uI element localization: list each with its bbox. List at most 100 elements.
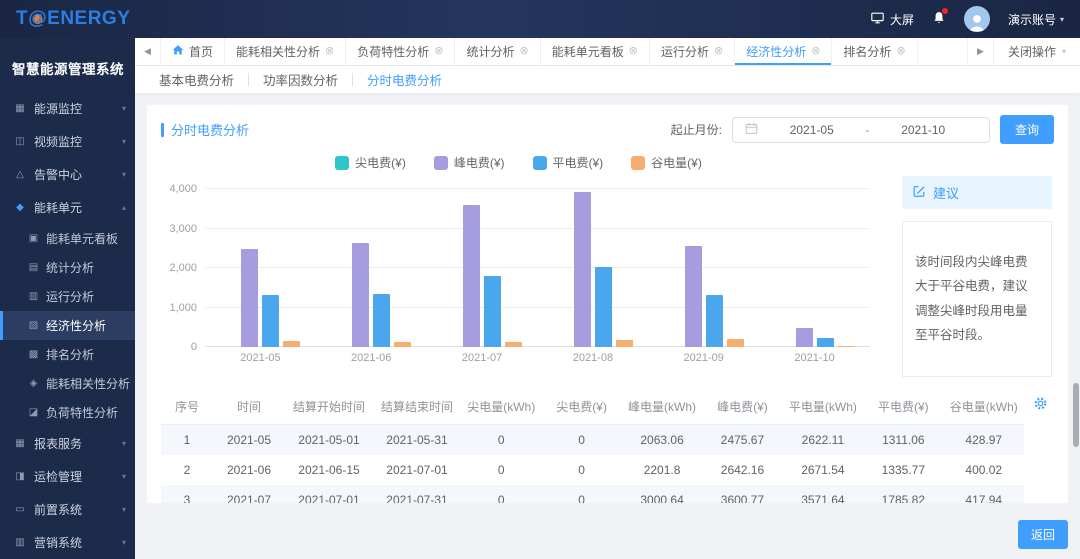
tab-统计分析[interactable]: 统计分析 ⊗ [455, 38, 541, 65]
arrow-left-icon: ◀ [144, 46, 151, 56]
subtab-功率因数分析[interactable]: 功率因数分析 [249, 70, 352, 89]
chart-section: 尖电费(¥) 峰电费(¥) 平电费(¥) 谷电量(¥) 0 1,000 2,000 3,00… [147, 146, 1068, 377]
sidebar-item-label: 能耗单元 [34, 201, 83, 215]
table-header-row: 序号 时间 结算开始时间 结算结束时间 尖电量(kWh) 尖电费(¥) 峰电量(kWh) 峰电… [161, 388, 1024, 425]
table-column-header: 谷电量(kWh) [943, 388, 1024, 425]
sidebar-subitem[interactable]: ◈ 能耗相关性分析 [0, 369, 135, 398]
subtab-基本电费分析[interactable]: 基本电费分析 [145, 70, 248, 89]
table-settings-button[interactable] [1033, 396, 1048, 411]
legend-item[interactable]: 峰电费(¥) [433, 154, 505, 171]
sidebar-item[interactable]: ▭ 前置系统 ▾ [0, 493, 135, 526]
table-cell: 1785.82 [863, 484, 944, 503]
tabs-spacer [918, 38, 967, 65]
analysis-card: 分时电费分析 起止月份: 2021-05 - 2021-10 查询 尖电费(¥)… [147, 105, 1068, 503]
sidebar-subitem[interactable]: ▣ 能耗单元看板 [0, 224, 135, 253]
big-screen-button[interactable]: 大屏 [870, 11, 914, 28]
sidebar-subitem[interactable]: ▤ 统计分析 [0, 253, 135, 282]
tab-label: 运行分析 [660, 45, 709, 59]
table-cell: 2642.16 [720, 462, 765, 477]
sidebar-item[interactable]: ◫ 视频监控 ▾ [0, 125, 135, 158]
tabs-scroll-right-button[interactable]: ▶ [966, 38, 993, 65]
bar-谷电量(¥) [283, 341, 301, 347]
table-row: 3 2021-07 2021-07-01 2021-07-31 0 0 3000.64 360… [161, 484, 1024, 503]
sidebar-item-label: 运检管理 [34, 470, 83, 484]
account-label: 演示账号 [1007, 12, 1056, 27]
y-axis-tick: 2,000 [169, 262, 197, 274]
notifications-button[interactable] [932, 8, 948, 28]
bar-groups [205, 189, 870, 347]
tab-close-icon[interactable]: ⊗ [325, 46, 334, 57]
table-column-header: 尖电费(¥) [541, 388, 622, 425]
tab-close-icon[interactable]: ⊗ [896, 46, 905, 57]
sidebar-item[interactable]: ▦ 能源监控 ▾ [0, 92, 135, 125]
sidebar-item[interactable]: ▥ 营销系统 ▾ [0, 526, 135, 559]
sidebar-item[interactable]: △ 告警中心 ▾ [0, 158, 135, 191]
section-title: 分时电费分析 [161, 120, 249, 139]
tab-能耗相关性分析[interactable]: 能耗相关性分析 ⊗ [225, 38, 347, 65]
page-scrollbar-thumb[interactable] [1073, 383, 1079, 447]
table-cell: 0 [497, 462, 505, 477]
sidebar-item-label: 告警中心 [34, 168, 83, 182]
avatar[interactable] [963, 6, 990, 32]
bar-谷电量(¥) [615, 339, 633, 347]
tab-label: 负荷特性分析 [357, 45, 430, 59]
sidebar-subitem[interactable]: ▥ 运行分析 [0, 282, 135, 311]
tab-close-icon[interactable]: ⊗ [520, 46, 529, 57]
sidebar-subitem[interactable]: ◪ 负荷特性分析 [0, 398, 135, 427]
bar-峰电费(¥) [684, 246, 702, 347]
suggestion-text: 该时间段内尖峰电费大于平谷电费，建议调整尖峰时段用电量至平谷时段。 [902, 221, 1052, 377]
logo-text: T [16, 8, 29, 29]
tab-close-icon[interactable]: ⊗ [811, 46, 820, 57]
tab-能耗单元看板[interactable]: 能耗单元看板 ⊗ [541, 38, 650, 65]
account-dropdown[interactable]: 演示账号 ▾ [1008, 11, 1064, 28]
calendar-icon [745, 122, 758, 138]
run-analysis-icon: ▥ [28, 291, 39, 302]
legend-item[interactable]: 尖电费(¥) [335, 154, 406, 171]
table-cell: 2475.67 [702, 424, 783, 455]
report-service-icon: ▦ [15, 438, 25, 449]
chevron-down-icon: ▾ [121, 104, 126, 113]
bar-group [205, 189, 316, 347]
table-column-header: 时间 [213, 388, 285, 425]
tab-home[interactable]: 首页 [161, 38, 226, 65]
table-head: 序号 时间 结算开始时间 结算结束时间 尖电量(kWh) 尖电费(¥) 峰电量(kWh) 峰电… [161, 388, 1024, 425]
legend-label: 平电费(¥) [552, 156, 604, 170]
subtab-分时电费分析[interactable]: 分时电费分析 [353, 70, 456, 89]
correlation-analysis-icon: ◈ [29, 378, 38, 389]
sidebar-subitem-label: 排名分析 [46, 348, 95, 362]
tab-排名分析[interactable]: 排名分析 ⊗ [832, 38, 918, 65]
tab-close-icon[interactable]: ⊗ [629, 46, 638, 57]
sidebar-item-label: 报表服务 [34, 437, 83, 451]
tab-label: 排名分析 [843, 45, 892, 59]
sidebar-item[interactable]: ◆ 能耗单元 ▴ [0, 191, 135, 224]
table-cell: 1335.77 [881, 462, 926, 477]
bar-平电费(¥) [373, 294, 391, 347]
chevron-down-icon: ▾ [121, 472, 126, 481]
tab-负荷特性分析[interactable]: 负荷特性分析 ⊗ [346, 38, 456, 65]
legend-item[interactable]: 平电费(¥) [532, 154, 604, 171]
sidebar-subitem-label: 能耗相关性分析 [46, 377, 131, 391]
back-button[interactable]: 返回 [1017, 520, 1068, 549]
tab-运行分析[interactable]: 运行分析 ⊗ [650, 38, 736, 65]
table-cell: 2021-07 [213, 484, 285, 503]
tab-close-icon[interactable]: ⊗ [714, 46, 723, 57]
tabs-scroll-left-button[interactable]: ◀ [135, 38, 161, 65]
chevron-down-icon: ▾ [121, 137, 126, 146]
table-cell: 2201.8 [643, 462, 681, 477]
sidebar-subitem[interactable]: ▧ 经济性分析 [0, 311, 135, 340]
table-cell: 2063.06 [621, 424, 703, 455]
tab-经济性分析[interactable]: 经济性分析 ⊗ [735, 38, 833, 65]
sidebar-item[interactable]: ◨ 运检管理 ▾ [0, 460, 135, 493]
date-range-input[interactable]: 2021-05 - 2021-10 [731, 116, 990, 143]
search-button[interactable]: 查询 [999, 115, 1054, 144]
legend-item[interactable]: 谷电量(¥) [631, 154, 702, 171]
tab-label: 能耗相关性分析 [236, 45, 321, 59]
edit-icon [912, 184, 926, 201]
table-cell: 0 [541, 484, 622, 503]
bell-icon [932, 12, 946, 28]
close-operations-dropdown[interactable]: 关闭操作 ▾ [992, 38, 1080, 65]
x-axis-tick: 2021-07 [461, 352, 503, 364]
sidebar-subitem[interactable]: ▩ 排名分析 [0, 340, 135, 369]
sidebar-item[interactable]: ▦ 报表服务 ▾ [0, 427, 135, 460]
tab-close-icon[interactable]: ⊗ [434, 46, 443, 57]
